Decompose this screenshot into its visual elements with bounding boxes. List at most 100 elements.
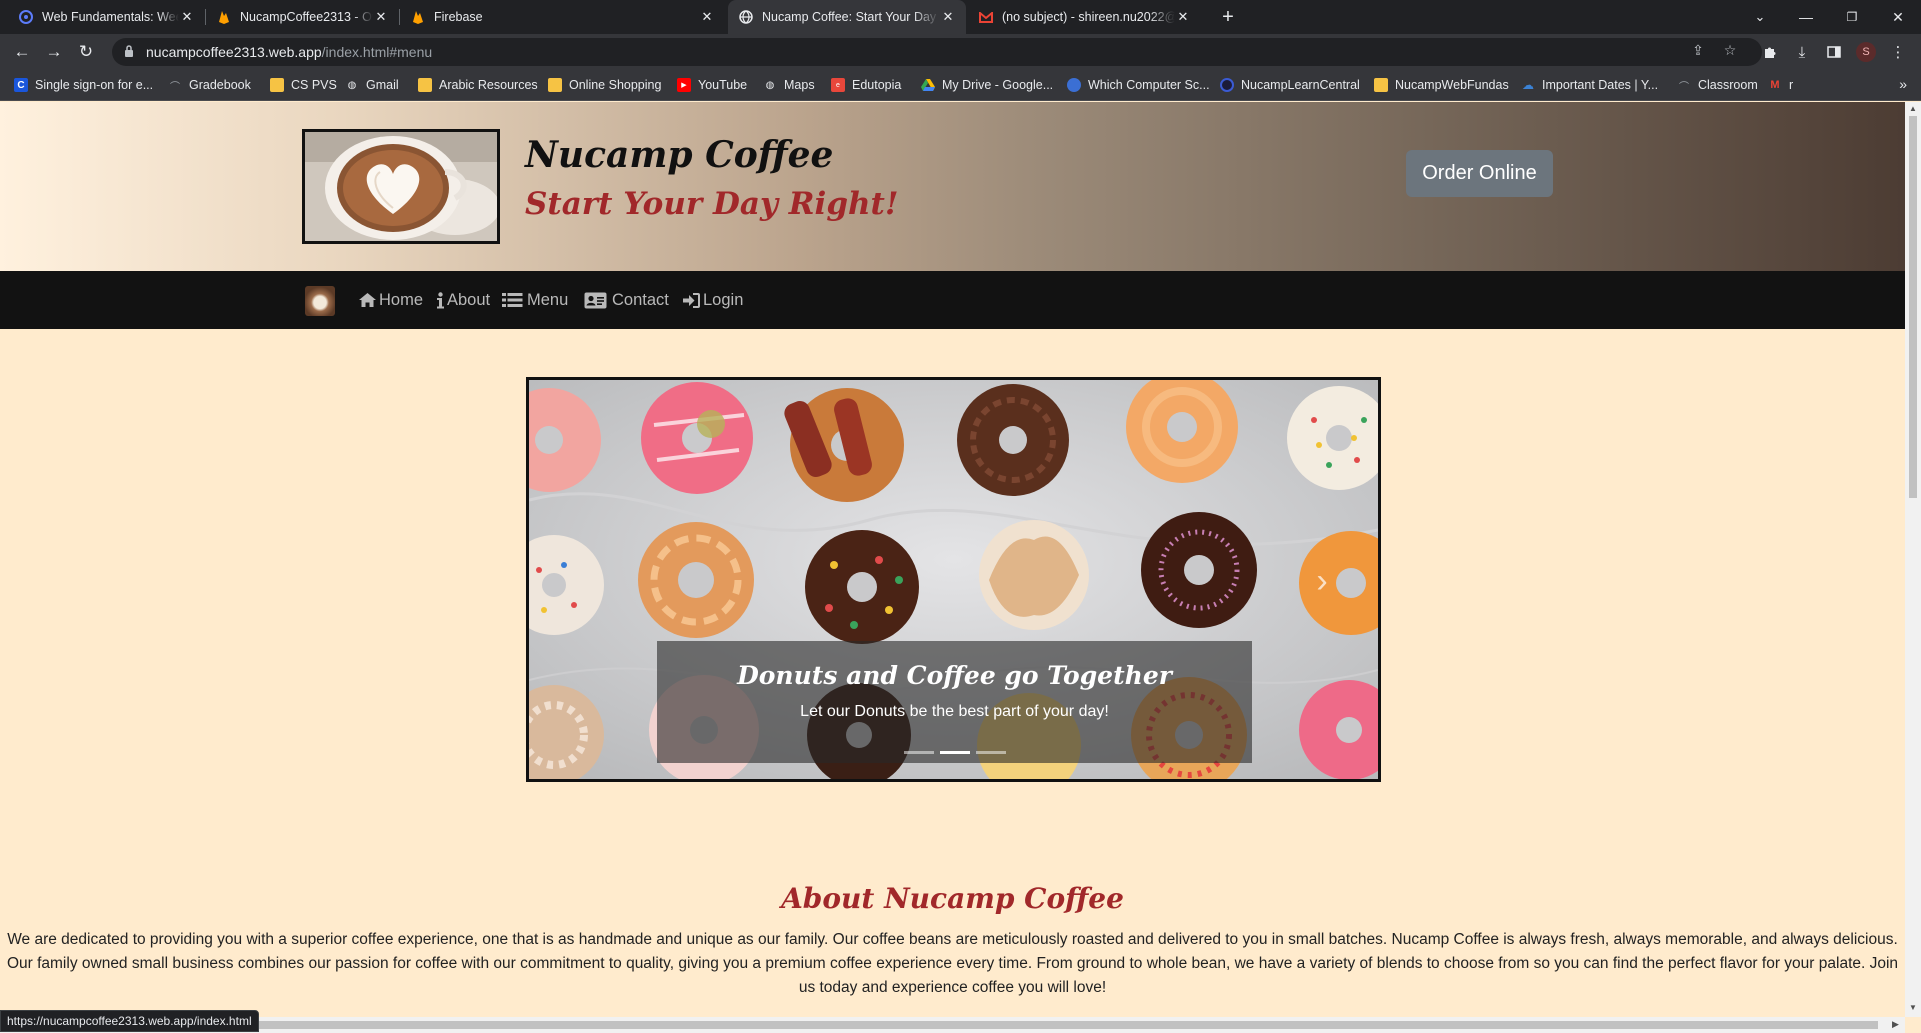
- firebase-icon: [410, 9, 426, 25]
- bookmark-item[interactable]: C Single sign-on for e...: [14, 70, 153, 100]
- close-tab-icon[interactable]: ✕: [373, 9, 389, 25]
- nav-menu[interactable]: Menu: [502, 288, 568, 312]
- bookmark-item[interactable]: ⌒ Gradebook: [168, 70, 251, 100]
- bookmark-label: Single sign-on for e...: [35, 78, 154, 92]
- bookmark-item[interactable]: e Edutopia: [831, 70, 901, 100]
- browser-tab[interactable]: Firebase ✕: [400, 0, 725, 34]
- about-paragraph: We are dedicated to providing you with a…: [6, 931, 1899, 996]
- edutopia-icon: e: [831, 78, 845, 92]
- nav-home[interactable]: Home: [358, 288, 423, 312]
- home-icon: [359, 293, 376, 307]
- tab-title: (no subject) - shireen.nu2022@gmail.com: [1002, 10, 1175, 24]
- profile-avatar[interactable]: S: [1856, 42, 1876, 62]
- browser-tab[interactable]: Web Fundamentals: Week 4 Workshop ✕: [8, 0, 205, 34]
- tab-title: Nucamp Coffee: Start Your Day Right!: [762, 10, 940, 24]
- sign-in-icon: [683, 292, 700, 308]
- bookmark-item[interactable]: ☁ Important Dates | Y...: [1521, 70, 1658, 100]
- carousel-indicators: [657, 751, 1252, 754]
- scrollbar-thumb[interactable]: [1909, 116, 1917, 498]
- bookmark-item[interactable]: Arabic Resources: [418, 70, 538, 100]
- side-panel-icon[interactable]: [1822, 40, 1846, 64]
- close-tab-icon[interactable]: ✕: [179, 9, 195, 25]
- restore-icon[interactable]: ❐: [1829, 0, 1875, 34]
- carousel-prev-icon[interactable]: ‹: [579, 566, 609, 596]
- browser-tab[interactable]: (no subject) - shireen.nu2022@gmail.com …: [968, 0, 1201, 34]
- bookmark-star-icon[interactable]: ☆: [1720, 42, 1740, 59]
- forward-icon[interactable]: →: [42, 40, 66, 64]
- scrollbar-thumb[interactable]: [258, 1021, 1878, 1029]
- bookmarks-overflow-icon[interactable]: »: [1899, 76, 1907, 92]
- carousel-next-icon[interactable]: ›: [1307, 564, 1337, 598]
- carousel-indicator-3[interactable]: [975, 751, 1006, 754]
- about-heading: About Nucamp Coffee: [781, 882, 1124, 915]
- navbar-brand-logo[interactable]: [305, 286, 335, 316]
- vertical-scrollbar[interactable]: ▲ ▼: [1905, 102, 1921, 1017]
- calendar-icon: ☁: [1522, 78, 1534, 92]
- status-bar-url: https://nucampcoffee2313.web.app/index.h…: [0, 1010, 259, 1032]
- address-bar[interactable]: nucampcoffee2313.web.app/index.html#menu: [112, 38, 1762, 66]
- bookmark-label: NucampWebFundas: [1395, 78, 1509, 92]
- nav-label: Login: [703, 290, 744, 309]
- bookmark-label: r: [1789, 78, 1794, 92]
- bookmark-label: NucampLearnCentral: [1241, 78, 1360, 92]
- scroll-up-icon[interactable]: ▲: [1909, 104, 1917, 113]
- nav-login[interactable]: Login: [683, 288, 743, 312]
- folder-icon: [418, 78, 432, 92]
- back-icon[interactable]: ←: [10, 40, 34, 64]
- extensions-puzzle-icon[interactable]: [1758, 40, 1782, 64]
- close-window-icon[interactable]: ✕: [1875, 0, 1921, 34]
- new-tab-button[interactable]: +: [1216, 0, 1240, 34]
- scroll-down-icon[interactable]: ▼: [1909, 1003, 1917, 1012]
- folder-icon: [1374, 78, 1388, 92]
- minimize-icon[interactable]: —: [1783, 0, 1829, 34]
- close-tab-icon[interactable]: ✕: [940, 9, 956, 25]
- close-tab-icon[interactable]: ✕: [699, 9, 715, 25]
- youtube-icon: ▶: [677, 78, 691, 92]
- bookmarks-bar: C Single sign-on for e... ⌒ Gradebook CS P…: [0, 70, 1921, 101]
- bookmark-item[interactable]: ⌒ Classroom: [1677, 70, 1758, 100]
- nav-about[interactable]: About: [436, 288, 490, 312]
- reload-icon[interactable]: ↻: [74, 40, 98, 64]
- bookmark-item[interactable]: NucampWebFundas: [1374, 70, 1509, 100]
- caption-text: Let our Donuts be the best part of your …: [800, 703, 1109, 720]
- bookmark-item[interactable]: ◍ Maps: [763, 70, 815, 100]
- bookmark-item[interactable]: ◍ Gmail: [345, 70, 399, 100]
- carousel-caption: Donuts and Coffee go Together Let our Do…: [657, 641, 1252, 763]
- bookmark-item[interactable]: Mr: [1768, 70, 1793, 100]
- order-online-button[interactable]: Order Online: [1406, 150, 1553, 197]
- browser-tab[interactable]: NucampCoffee2313 - Overview - Firebase ✕: [206, 0, 399, 34]
- globe-icon: ◍: [347, 79, 357, 91]
- bookmark-label: Classroom: [1698, 78, 1758, 92]
- nav-contact[interactable]: Contact: [584, 288, 669, 312]
- bookmark-item[interactable]: CS PVS: [270, 70, 337, 100]
- download-icon[interactable]: ⤓: [1790, 40, 1814, 64]
- drive-icon: [921, 78, 935, 92]
- bookmark-item[interactable]: NucampLearnCentral: [1220, 70, 1360, 100]
- bookmark-item[interactable]: ▶ YouTube: [677, 70, 747, 100]
- bookmark-item[interactable]: My Drive - Google...: [921, 70, 1053, 100]
- lock-icon: [124, 44, 138, 60]
- tab-search-chevron-icon[interactable]: ⌄: [1737, 0, 1783, 34]
- browser-toolbar: ← → ↻ nucampcoffee2313.web.app/index.htm…: [0, 34, 1921, 70]
- url-host: nucampcoffee2313.web.app: [146, 44, 322, 60]
- browser-tab-active[interactable]: Nucamp Coffee: Start Your Day Right! ✕: [728, 0, 966, 34]
- bookmark-label: Edutopia: [852, 78, 902, 92]
- browser-tab-bar: Web Fundamentals: Week 4 Workshop ✕ Nuca…: [0, 0, 1921, 34]
- tab-title: NucampCoffee2313 - Overview - Firebase: [240, 10, 373, 24]
- bookmark-label: Online Shopping: [569, 78, 662, 92]
- firebase-icon: [216, 9, 232, 25]
- bookmark-label: Important Dates | Y...: [1542, 78, 1659, 92]
- close-tab-icon[interactable]: ✕: [1175, 9, 1191, 25]
- scroll-right-icon[interactable]: ▶: [1892, 1019, 1899, 1030]
- kebab-menu-icon[interactable]: ⋮: [1886, 40, 1910, 64]
- horizontal-scrollbar[interactable]: ▶: [0, 1017, 1905, 1033]
- nav-label: Menu: [527, 290, 569, 309]
- caption-title: Donuts and Coffee go Together: [737, 661, 1172, 690]
- carousel-indicator-2[interactable]: [939, 751, 970, 754]
- url-path: /index.html#menu: [321, 44, 433, 60]
- carousel-indicator-1[interactable]: [903, 751, 934, 754]
- bookmark-item[interactable]: Which Computer Sc...: [1067, 70, 1210, 100]
- bookmark-item[interactable]: Online Shopping: [548, 70, 661, 100]
- gmail-icon: [978, 9, 994, 25]
- share-icon[interactable]: ⇪: [1688, 42, 1708, 59]
